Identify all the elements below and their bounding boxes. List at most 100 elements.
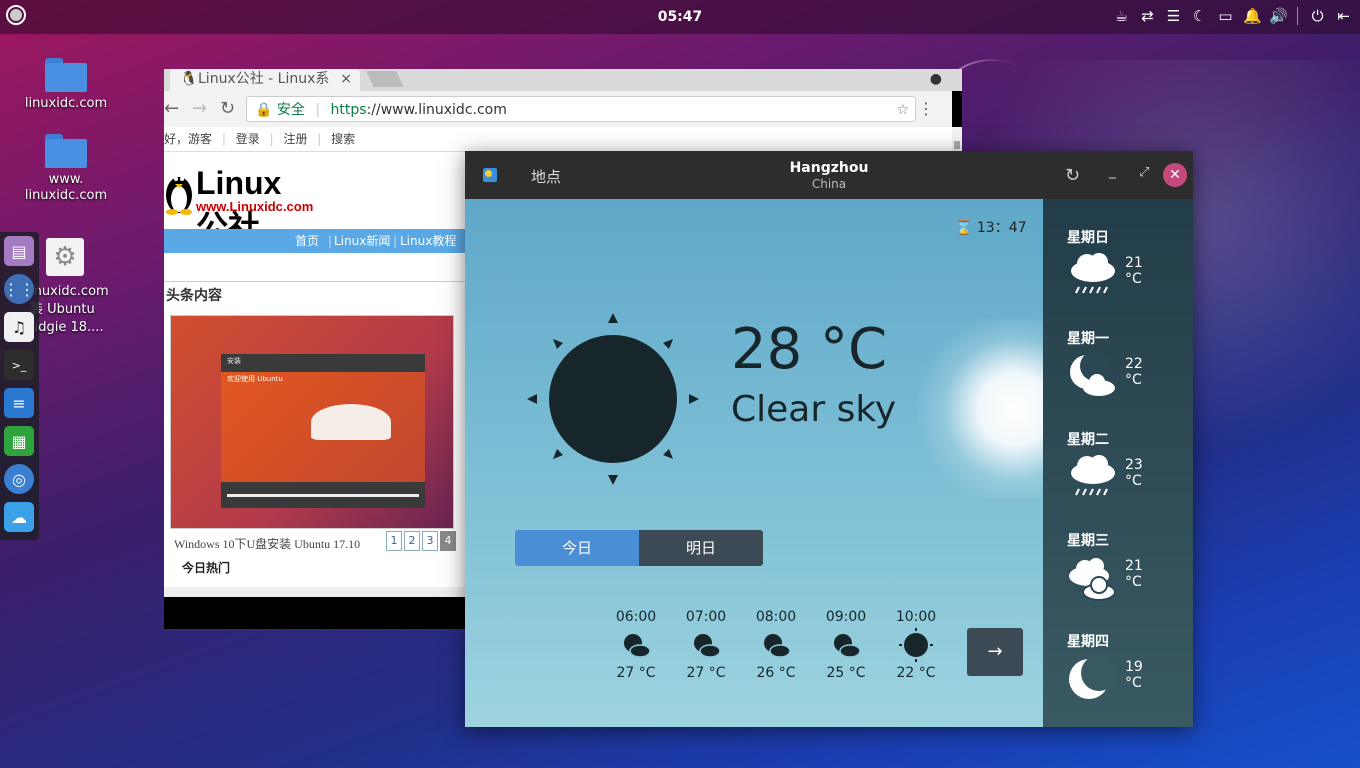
nav-tutorials[interactable]: Linux教程 [400, 229, 456, 253]
moon-icon[interactable]: ☾ [1191, 7, 1208, 25]
weather-app-icon[interactable]: ☁ [4, 502, 34, 532]
moon-icon [1069, 655, 1117, 699]
search-link[interactable]: 搜索 [331, 132, 355, 146]
tab-close-icon[interactable]: × [340, 69, 352, 89]
hour-time: 09:00 [825, 609, 867, 625]
forecast-day-name: 星期四 [1067, 634, 1109, 650]
terminal-icon[interactable]: >_ [4, 350, 34, 380]
settings-file-icon[interactable]: ⚙ [46, 238, 84, 276]
desktop-folder-www-linuxidc[interactable]: www. linuxidc.com [11, 134, 121, 204]
moon-cloud-icon [1070, 351, 1115, 396]
forecast-day: 星期三 21 °C [1067, 530, 1143, 601]
hour-item: 09:00 25 °C [811, 609, 881, 681]
power-icon[interactable]: ⏻ [1309, 7, 1326, 25]
desktop-folder-linuxidc[interactable]: linuxidc.com [11, 58, 121, 112]
list-icon[interactable]: ☰ [1165, 7, 1182, 25]
local-time: ⌛ 13：47 [955, 217, 1027, 237]
close-icon[interactable]: ✕ [1163, 163, 1187, 187]
site-topbar: 好，游客 | 登录 | 注册 | 搜索 [164, 127, 952, 152]
tux-icon [166, 177, 192, 215]
browser-menu-icon[interactable]: ⋮ [918, 99, 934, 118]
minimize-icon[interactable]: _ [1109, 163, 1116, 179]
nav-news[interactable]: Linux新闻 [334, 229, 390, 253]
login-link[interactable]: 登录 [236, 132, 260, 146]
daily-forecast-sidebar: 星期日 21 °C 星期一 22 °C 星期二 23 °C 星期三 21 °C … [1043, 199, 1193, 727]
new-tab-button[interactable] [366, 71, 404, 87]
today-button[interactable]: 今日 [515, 530, 639, 566]
url-scheme: https [330, 102, 367, 118]
hour-temp: 22 °C [896, 665, 936, 681]
current-weather-panel: ⌛ 13：47 28 °C Clear sky 今日 明日 06:00 27 °… [465, 199, 1043, 727]
forecast-day: 星期二 23 °C [1067, 429, 1143, 496]
lock-icon: 🔒 [255, 102, 273, 118]
page-3[interactable]: 3 [422, 531, 438, 551]
rain-icon [1071, 455, 1115, 496]
next-hours-button[interactable]: → [967, 628, 1023, 676]
settings-label-line1: inuxidc.com [30, 284, 109, 299]
clear-sky-icon [527, 313, 699, 485]
armadillo-image [311, 404, 391, 440]
account-icon[interactable]: ● [930, 71, 942, 87]
reload-icon[interactable]: ↻ [220, 98, 235, 119]
system-tray: ☕ ⇄ ☰ ☾ ▭ 🔔 🔊 ⏻ ⇤ [1113, 7, 1352, 25]
arrow-right-icon: → [987, 641, 1003, 662]
settings-file-label: inuxidc.com 装 Ubuntu udgie 18.... [30, 283, 110, 337]
night-cloud-icon [811, 625, 881, 665]
folder-icon [45, 134, 87, 168]
bookmark-star-icon[interactable]: ☆ [896, 97, 909, 123]
spreadsheet-icon[interactable]: ▦ [4, 426, 34, 456]
guest-greeting: 好，游客 [164, 132, 213, 146]
page-4[interactable]: 4 [440, 531, 456, 551]
hour-time: 07:00 [685, 609, 727, 625]
hour-item: 07:00 27 °C [671, 609, 741, 681]
chrome-icon[interactable]: ◎ [4, 464, 34, 494]
folder-icon[interactable]: ▭ [1217, 7, 1234, 25]
forward-icon[interactable]: → [192, 98, 207, 119]
address-bar[interactable]: 🔒 安全 | https://www.linuxidc.com ☆ [246, 96, 916, 122]
day-toggle: 今日 明日 [515, 530, 763, 566]
register-link[interactable]: 注册 [283, 132, 307, 146]
text-editor-icon[interactable]: ≡ [4, 388, 34, 418]
tomorrow-button[interactable]: 明日 [639, 530, 763, 566]
cloudy-icon [1069, 558, 1116, 601]
hot-today-heading: 今日热门 [182, 561, 231, 575]
network-icon[interactable]: ⇄ [1139, 7, 1156, 25]
coffee-icon[interactable]: ☕ [1113, 7, 1130, 25]
article-caption[interactable]: Windows 10下U盘安装 Ubuntu 17.10 [174, 535, 360, 552]
nav-home[interactable]: 首页 [295, 229, 319, 253]
thumbnail-welcome-text: 欢迎使用 Ubuntu [227, 375, 283, 383]
bell-icon[interactable]: 🔔 [1243, 7, 1262, 25]
page-1[interactable]: 1 [386, 531, 402, 551]
tray-separator [1297, 7, 1298, 25]
refresh-icon[interactable]: ↻ [1065, 165, 1080, 186]
hour-temp: 27 °C [686, 665, 726, 681]
maximize-icon[interactable]: ⤢ [1139, 165, 1149, 180]
hour-temp: 26 °C [756, 665, 796, 681]
folder-icon [45, 58, 87, 92]
weather-window: 地点 Hangzhou China ↻ _ ⤢ ✕ ⌛ 13：47 28 °C … [465, 151, 1193, 727]
hour-time: 10:00 [895, 609, 937, 625]
forecast-day-name: 星期三 [1067, 533, 1109, 549]
tab-title: Linux公社 - Linux系 [198, 71, 330, 87]
browser-tab[interactable]: 🐧 Linux公社 - Linux系 × [170, 69, 360, 91]
article-thumbnail[interactable]: 安装 欢迎使用 Ubuntu [170, 315, 454, 529]
files-icon[interactable]: ▤ [4, 236, 34, 266]
hour-time: 06:00 [615, 609, 657, 625]
app-grid-icon[interactable]: ⋮⋮ [3, 274, 35, 304]
rain-icon [1071, 253, 1115, 294]
logout-icon[interactable]: ⇤ [1335, 7, 1352, 25]
forecast-day-name: 星期一 [1067, 331, 1109, 347]
logo-url: www.Linuxidc.com [196, 199, 314, 214]
hourglass-icon: ⌛ [955, 220, 977, 236]
browser-toolbar: ← → ↻ 🔒 安全 | https://www.linuxidc.com ☆ … [164, 91, 952, 127]
music-icon[interactable]: ♫ [4, 312, 34, 342]
back-icon[interactable]: ← [164, 98, 179, 119]
settings-label-line3: udgie 18.... [30, 320, 104, 335]
url-separator: | [315, 102, 321, 118]
current-condition: Clear sky [731, 389, 897, 430]
hour-item: 08:00 26 °C [741, 609, 811, 681]
volume-icon[interactable]: 🔊 [1269, 7, 1288, 25]
sun-glow [905, 319, 1043, 499]
page-2[interactable]: 2 [404, 531, 420, 551]
url-rest: ://www.linuxidc.com [366, 102, 507, 118]
